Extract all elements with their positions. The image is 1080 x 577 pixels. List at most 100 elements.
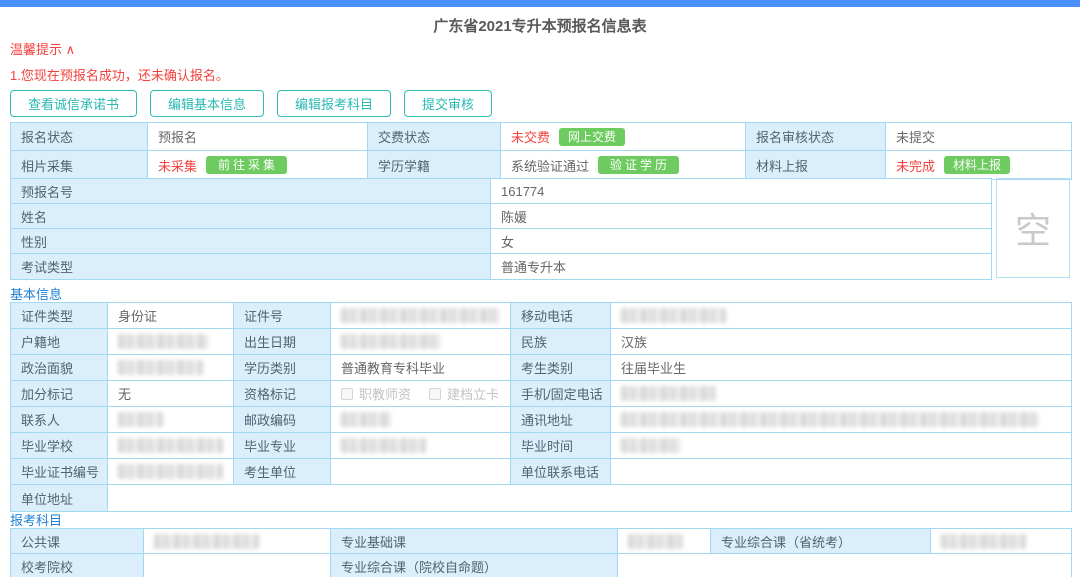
toolbar: 查看诚信承诺书 编辑基本信息 编辑报考科目 提交审核 bbox=[10, 90, 492, 117]
landline-value-redacted bbox=[611, 381, 1071, 407]
major-basic-course-label: 专业基础课 bbox=[331, 529, 618, 554]
review-status-label: 报名审核状态 bbox=[746, 123, 886, 151]
preregistration-info-page: 广东省2021专升本预报名信息表 温馨提示 ∧ 1.您现在预报名成功，还未确认报… bbox=[0, 0, 1080, 577]
id-type-value: 身份证 bbox=[108, 303, 234, 329]
major-comprehensive-college-label: 专业综合课（院校自命题） bbox=[331, 554, 618, 577]
go-collect-button[interactable]: 前往采集 bbox=[206, 156, 287, 174]
status-table: 报名状态 预报名 交费状态 未交费网上交费 报名审核状态 未提交 相片采集 未采… bbox=[10, 122, 1072, 180]
education-type-value: 普通教育专科毕业 bbox=[331, 355, 511, 381]
prereg-number-label: 预报名号 bbox=[11, 179, 491, 204]
material-upload-button[interactable]: 材料上报 bbox=[944, 156, 1010, 174]
mobile-phone-label: 移动电话 bbox=[511, 303, 611, 329]
graduation-major-label: 毕业专业 bbox=[234, 433, 331, 459]
submit-review-button[interactable]: 提交审核 bbox=[404, 90, 492, 117]
contact-person-value-redacted bbox=[108, 407, 234, 433]
id-type-label: 证件类型 bbox=[11, 303, 108, 329]
unit-phone-value bbox=[611, 459, 1071, 485]
political-status-label: 政治面貌 bbox=[11, 355, 108, 381]
education-record-label: 学历学籍 bbox=[368, 151, 501, 179]
political-status-value-redacted bbox=[108, 355, 234, 381]
photo-collect-value: 未采集 bbox=[158, 156, 197, 175]
photo-placeholder: 空 bbox=[996, 178, 1070, 278]
education-record-cell: 系统验证通过验证学历 bbox=[501, 151, 746, 179]
work-unit-label: 考生单位 bbox=[234, 459, 331, 485]
collapse-caret-icon: ∧ bbox=[66, 42, 76, 57]
landline-label: 手机/固定电话 bbox=[511, 381, 611, 407]
qualification-mark-label: 资格标记 bbox=[234, 381, 331, 407]
top-accent-bar bbox=[0, 0, 1080, 7]
basic-info-header: 基本信息 bbox=[10, 284, 62, 303]
gender-label: 性别 bbox=[11, 229, 491, 254]
payment-status-label: 交费状态 bbox=[368, 123, 501, 151]
basic-info-table: 证件类型 身份证 证件号 移动电话 户籍地 出生日期 民族 汉族 政治面貌 学历… bbox=[10, 302, 1072, 512]
household-label: 户籍地 bbox=[11, 329, 108, 355]
payment-status-cell: 未交费网上交费 bbox=[501, 123, 746, 151]
exam-subjects-table: 公共课 专业基础课 专业综合课（省统考） 校考院校 专业综合课（院校自命题） bbox=[10, 528, 1072, 577]
unit-address-label: 单位地址 bbox=[11, 485, 108, 511]
candidate-category-value: 往届毕业生 bbox=[611, 355, 1071, 381]
name-label: 姓名 bbox=[11, 204, 491, 229]
qualification-mark-cell: 职教师资 建档立卡 bbox=[331, 381, 511, 407]
material-upload-value: 未完成 bbox=[896, 156, 935, 175]
education-type-label: 学历类别 bbox=[234, 355, 331, 381]
household-value-redacted bbox=[108, 329, 234, 355]
page-title: 广东省2021专升本预报名信息表 bbox=[0, 15, 1080, 36]
education-record-value: 系统验证通过 bbox=[511, 156, 589, 175]
status-value: 预报名 bbox=[148, 123, 368, 151]
unit-address-value bbox=[108, 485, 1071, 511]
view-integrity-pledge-button[interactable]: 查看诚信承诺书 bbox=[10, 90, 137, 117]
exam-type-value: 普通专升本 bbox=[491, 254, 991, 279]
public-course-value-redacted bbox=[144, 529, 331, 554]
candidate-category-label: 考生类别 bbox=[511, 355, 611, 381]
vocational-teacher-checkbox-label: 职教师资 bbox=[359, 384, 411, 403]
poverty-file-checkbox-label: 建档立卡 bbox=[447, 384, 499, 403]
exam-type-label: 考试类型 bbox=[11, 254, 491, 279]
major-comprehensive-provincial-label: 专业综合课（省统考） bbox=[711, 529, 931, 554]
exam-subjects-header: 报考科目 bbox=[10, 510, 62, 529]
graduation-date-value-redacted bbox=[611, 433, 1071, 459]
material-upload-cell: 未完成材料上报 bbox=[886, 151, 1071, 179]
id-number-label: 证件号 bbox=[234, 303, 331, 329]
poverty-file-checkbox bbox=[429, 388, 441, 400]
verify-education-button[interactable]: 验证学历 bbox=[598, 156, 679, 174]
postal-code-label: 邮政编码 bbox=[234, 407, 331, 433]
notice-toggle-label: 温馨提示 bbox=[10, 42, 62, 57]
edit-basic-info-button[interactable]: 编辑基本信息 bbox=[150, 90, 264, 117]
name-value: 陈媛 bbox=[491, 204, 991, 229]
poverty-file-checkbox-group: 建档立卡 bbox=[429, 384, 511, 403]
vocational-teacher-checkbox-group: 职教师资 bbox=[341, 384, 429, 403]
mailing-address-value-redacted bbox=[611, 407, 1071, 433]
gender-value: 女 bbox=[491, 229, 991, 254]
birthdate-label: 出生日期 bbox=[234, 329, 331, 355]
major-basic-course-value-redacted bbox=[618, 529, 711, 554]
public-course-label: 公共课 bbox=[11, 529, 144, 554]
work-unit-value bbox=[331, 459, 511, 485]
vocational-teacher-checkbox bbox=[341, 388, 353, 400]
diploma-number-label: 毕业证书编号 bbox=[11, 459, 108, 485]
birthdate-value-redacted bbox=[331, 329, 511, 355]
ethnicity-label: 民族 bbox=[511, 329, 611, 355]
school-exam-college-label: 校考院校 bbox=[11, 554, 144, 577]
notice-message: 1.您现在预报名成功，还未确认报名。 bbox=[10, 65, 229, 84]
diploma-number-value-redacted bbox=[108, 459, 234, 485]
photo-collect-cell: 未采集前往采集 bbox=[148, 151, 368, 179]
ethnicity-value: 汉族 bbox=[611, 329, 1071, 355]
notice-toggle[interactable]: 温馨提示 ∧ bbox=[10, 39, 75, 58]
photo-empty-glyph: 空 bbox=[1015, 202, 1051, 254]
summary-table: 预报名号 161774 姓名 陈媛 性别 女 考试类型 普通专升本 bbox=[10, 178, 992, 280]
postal-code-value-redacted bbox=[331, 407, 511, 433]
edit-exam-subjects-button[interactable]: 编辑报考科目 bbox=[277, 90, 391, 117]
online-payment-button[interactable]: 网上交费 bbox=[559, 128, 625, 146]
school-exam-college-value bbox=[144, 554, 331, 577]
payment-status-value: 未交费 bbox=[511, 127, 550, 146]
major-comprehensive-provincial-value-redacted bbox=[931, 529, 1071, 554]
contact-person-label: 联系人 bbox=[11, 407, 108, 433]
mailing-address-label: 通讯地址 bbox=[511, 407, 611, 433]
mobile-phone-value-redacted bbox=[611, 303, 1071, 329]
graduation-school-label: 毕业学校 bbox=[11, 433, 108, 459]
graduation-date-label: 毕业时间 bbox=[511, 433, 611, 459]
graduation-major-value-redacted bbox=[331, 433, 511, 459]
photo-collect-label: 相片采集 bbox=[11, 151, 148, 179]
status-label: 报名状态 bbox=[11, 123, 148, 151]
major-comprehensive-college-value bbox=[618, 554, 1071, 577]
